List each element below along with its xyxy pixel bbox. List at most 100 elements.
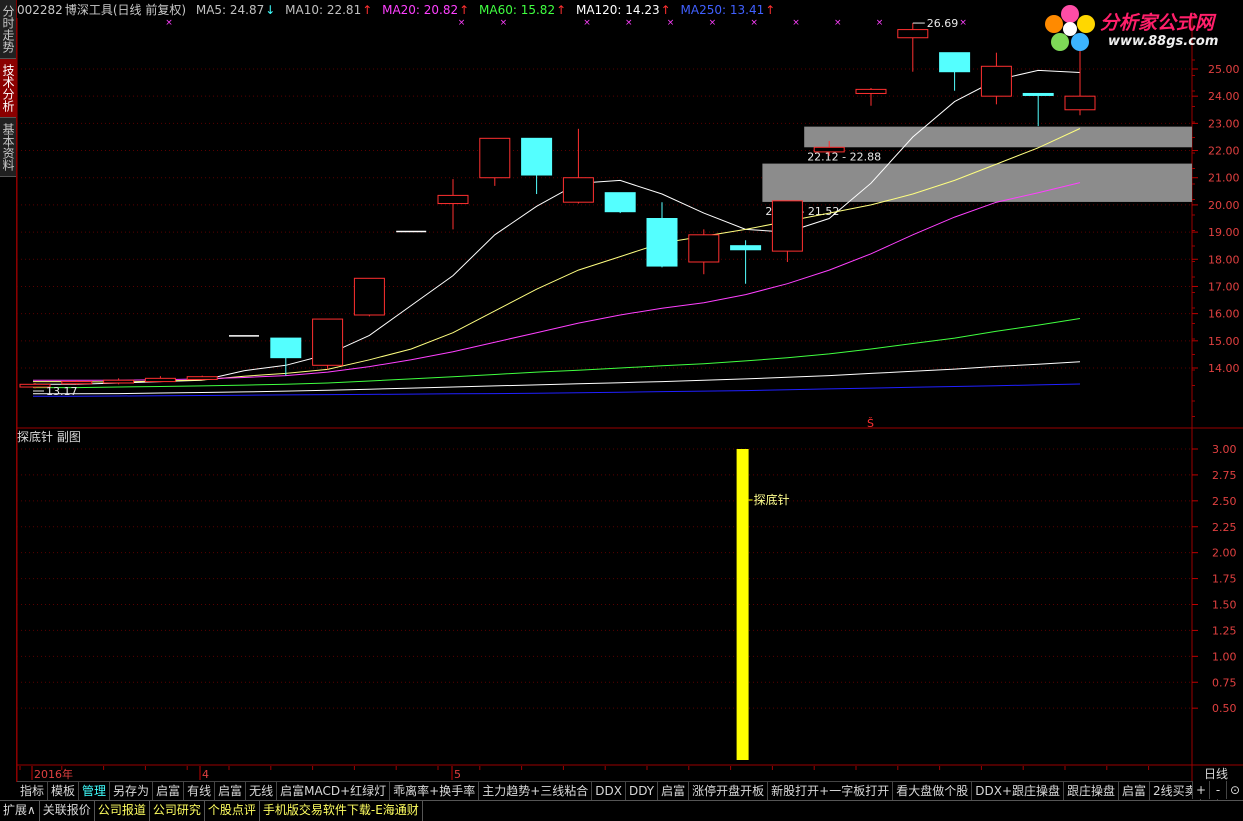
- price-tick-label: 14.00: [1208, 362, 1240, 375]
- indicator-tick-label: 1.25: [1212, 624, 1237, 637]
- price-tick-label: 16.00: [1208, 308, 1240, 321]
- price-tick-label: 23.00: [1208, 117, 1240, 130]
- event-marker: ×: [583, 18, 591, 28]
- candle-body: [562, 177, 594, 203]
- logo-title: 分析家公式网: [1100, 12, 1215, 34]
- ma5-readout: MA5: 24.87↓: [195, 3, 276, 17]
- event-marker: ×: [834, 18, 842, 28]
- status-bar-item[interactable]: 个股点评: [205, 801, 260, 821]
- indicator-tick-label: 0.75: [1212, 676, 1237, 689]
- indicator-tab[interactable]: 新股打开+一字板打开: [768, 782, 894, 800]
- zoom-in-button[interactable]: +: [1192, 781, 1209, 799]
- zoom-out-button[interactable]: -: [1209, 781, 1226, 799]
- indicator-tab[interactable]: 启富: [658, 782, 690, 800]
- event-marker: ×: [792, 18, 800, 28]
- candle-body: [270, 337, 302, 359]
- candle-body: [646, 218, 678, 267]
- event-marker: ×: [667, 18, 675, 28]
- high-price-label: 26.69: [927, 17, 959, 30]
- logo-url: www.88gs.com: [1108, 34, 1219, 49]
- moving-average-lines: [33, 69, 1081, 397]
- reset-button[interactable]: ⊙: [1226, 781, 1243, 799]
- candle-body: [813, 146, 845, 153]
- zoom-controls: + - ⊙: [1192, 781, 1243, 799]
- status-bar-item[interactable]: 手机版交易软件下载-E海通财: [260, 801, 423, 821]
- price-tick-label: 15.00: [1208, 335, 1240, 348]
- indicator-tab[interactable]: 有线: [184, 782, 216, 800]
- gap-zone: [762, 163, 1192, 202]
- candle-body: [521, 137, 553, 176]
- price-tick-label: 17.00: [1208, 280, 1240, 293]
- ma-line-ma20: [33, 182, 1081, 381]
- indicator-tab-bar: 指标 模板 管理 另存为 启富 有线 启富 无线 启富MACD+红绿灯 乖离率+换手率 主力趋势+三…: [17, 781, 1243, 800]
- price-axis: 14.00 15.00 16.00 17.00 18.00 19.00 20.00 21.00…: [1192, 59, 1240, 417]
- indicator-tab[interactable]: 看大盘做个股: [893, 782, 973, 800]
- candle-body: [312, 318, 344, 366]
- candle-body: [144, 377, 176, 383]
- indicator-tick-label: 1.00: [1212, 650, 1237, 663]
- candle-body: [855, 88, 887, 94]
- chart-canvas[interactable]: 20.11 - 21.5222.12 - 22.88 26.69 13.17 14…: [0, 0, 1243, 782]
- indicator-tab[interactable]: 跟庄操盘: [1064, 782, 1120, 800]
- event-marker: ×: [500, 18, 508, 28]
- status-bar-item[interactable]: 关联报价: [40, 801, 95, 821]
- flower-logo-icon: [1045, 5, 1095, 51]
- indicator-tick-label: 0.50: [1212, 702, 1237, 715]
- status-bar-item[interactable]: 公司报道: [95, 801, 150, 821]
- indicator-tick-label: 2.75: [1212, 469, 1237, 482]
- indicator-tab[interactable]: 乖离率+换手率: [390, 782, 480, 800]
- candle-body: [730, 245, 762, 251]
- price-tick-label: 25.00: [1208, 63, 1240, 76]
- main-gridlines: [17, 68, 1192, 369]
- candle-body: [688, 234, 720, 263]
- indicator-tab[interactable]: 另存为: [110, 782, 154, 800]
- indicator-tab[interactable]: DDY: [626, 782, 659, 800]
- candle-body: [980, 65, 1012, 97]
- ma60-readout: MA60: 15.82↑: [479, 3, 567, 17]
- ma120-readout: MA120: 14.23↑: [575, 3, 671, 17]
- event-marker: ×: [876, 18, 884, 28]
- stock-code: 002282: [17, 3, 63, 17]
- date-axis: 2016年 4 5: [19, 766, 1150, 781]
- indicator-tab[interactable]: 启富: [215, 782, 247, 800]
- candle-body: [1022, 92, 1054, 96]
- date-tick-label: 4: [202, 768, 209, 781]
- ma-line-ma5: [33, 69, 1081, 385]
- indicator-bar: [736, 449, 749, 760]
- event-marker: ×: [458, 18, 466, 28]
- indicator-bar-label: 探底针: [754, 492, 790, 507]
- candle-body: [61, 381, 93, 385]
- candle-body: [103, 379, 135, 384]
- event-marker: ×: [750, 18, 758, 28]
- status-bar-item[interactable]: 公司研究: [150, 801, 205, 821]
- low-price-label: 13.17: [46, 385, 78, 398]
- gap-zone: [804, 126, 1192, 148]
- indicator-tab[interactable]: 无线: [246, 782, 278, 800]
- split-marker: Š: [867, 417, 874, 430]
- price-tick-label: 19.00: [1208, 226, 1240, 239]
- indicator-tick-label: 3.00: [1212, 443, 1237, 456]
- indicator-tab[interactable]: 指标: [17, 782, 49, 800]
- ma10-readout: MA10: 22.81↑: [285, 3, 373, 17]
- indicator-tab[interactable]: 启富MACD+红绿灯: [277, 782, 391, 800]
- indicator-tab[interactable]: DDX+跟庄操盘: [972, 782, 1065, 800]
- indicator-tab[interactable]: 模板: [48, 782, 80, 800]
- candle-body: [771, 200, 803, 252]
- indicator-tab[interactable]: 启富: [1119, 782, 1151, 800]
- period-label[interactable]: 日线: [1204, 767, 1228, 781]
- sub-gridlines: [17, 448, 1192, 709]
- indicator-tab[interactable]: 涨停开盘开板: [689, 782, 769, 800]
- date-tick-label: 5: [454, 768, 461, 781]
- event-marker: ×: [959, 18, 967, 28]
- ma20-readout: MA20: 20.82↑: [382, 3, 470, 17]
- status-bar-item[interactable]: 扩展∧: [0, 801, 40, 821]
- candle-body: [604, 192, 636, 213]
- indicator-tab[interactable]: 主力趋势+三线粘合: [479, 782, 593, 800]
- indicator-tab[interactable]: 管理: [79, 782, 111, 800]
- sub-chart-title: 探底针 副图: [17, 429, 81, 444]
- event-marker: ×: [625, 18, 633, 28]
- price-tick-label: 24.00: [1208, 90, 1240, 103]
- indicator-tab[interactable]: 启富: [153, 782, 185, 800]
- indicator-tab[interactable]: DDX: [592, 782, 626, 800]
- gap-zones: 20.11 - 21.5222.12 - 22.88: [762, 126, 1192, 218]
